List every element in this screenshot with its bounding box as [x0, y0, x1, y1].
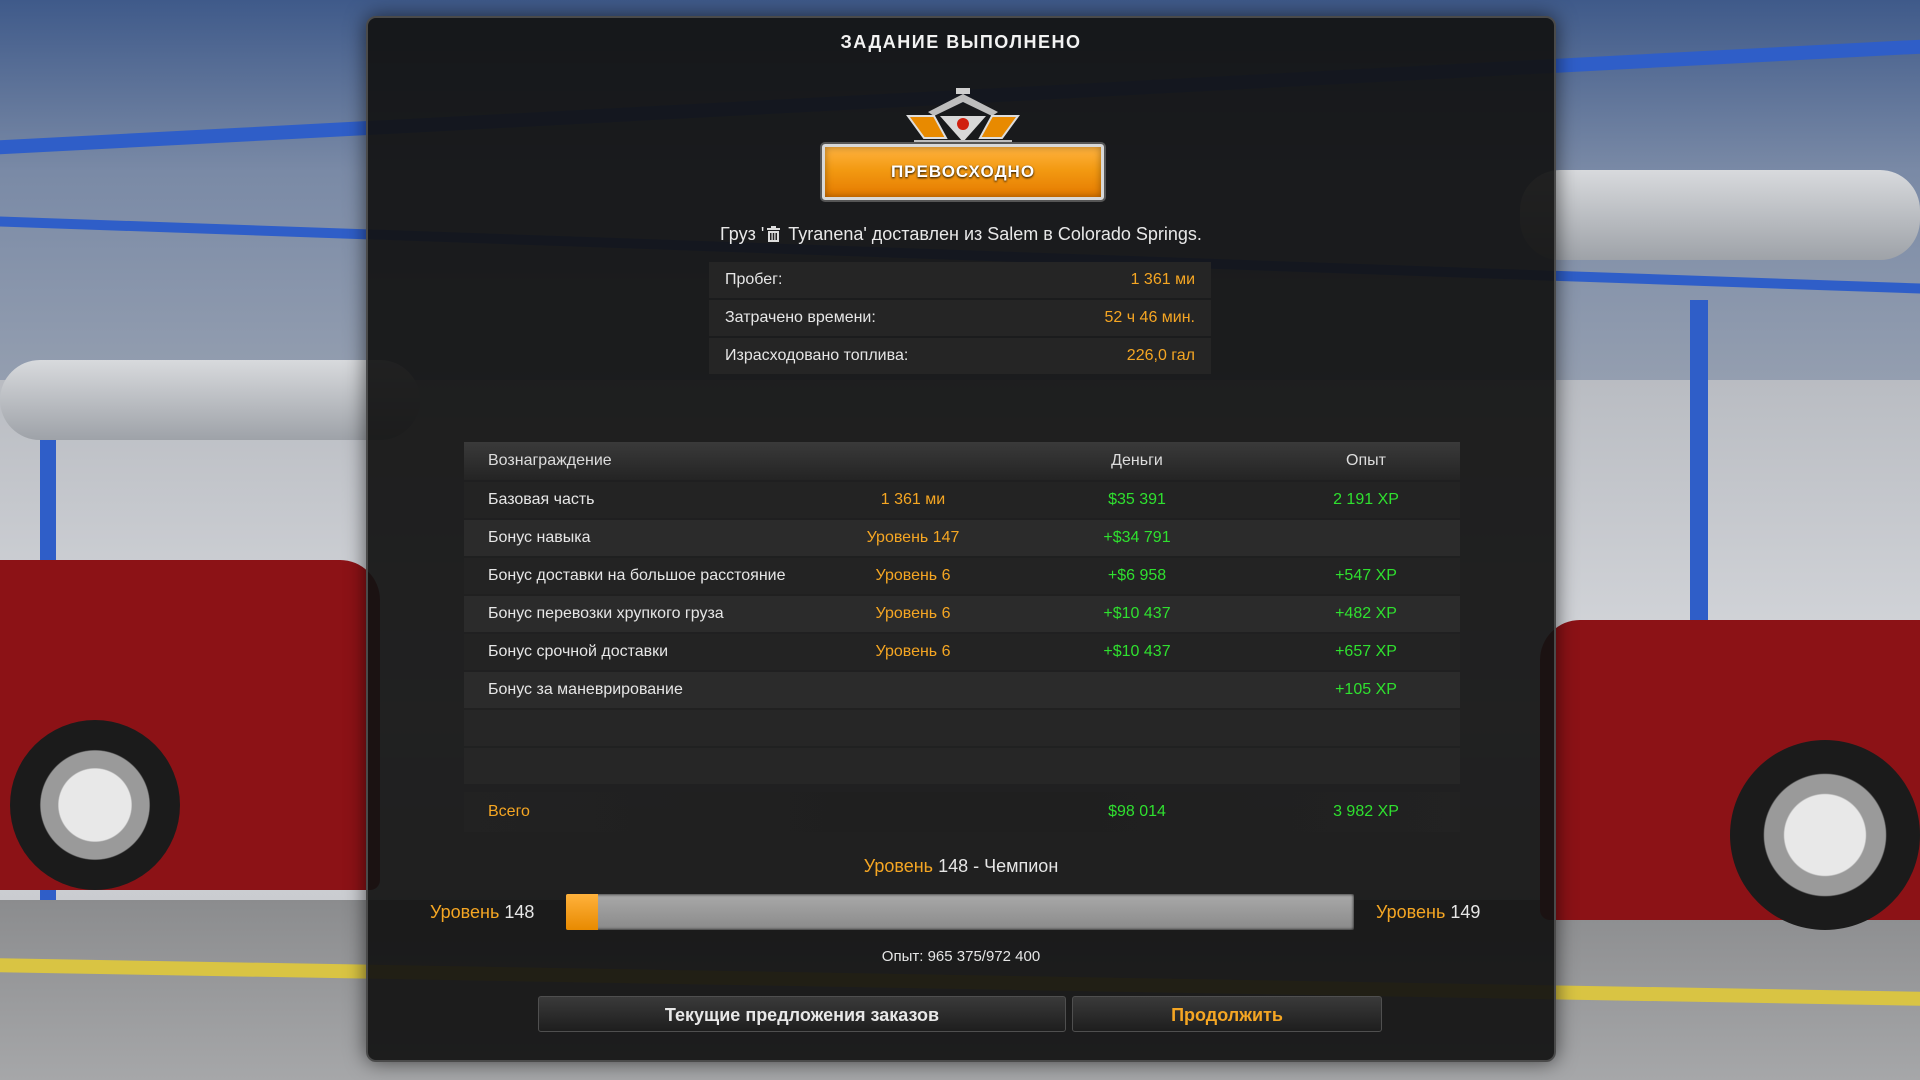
reward-xp: +105 XP [1335, 681, 1397, 698]
level-current-number: 148 [504, 902, 535, 922]
level-word: Уровень [863, 856, 934, 876]
reward-money: +$34 791 [1103, 529, 1171, 546]
ventilation-duct [1520, 170, 1920, 260]
delivery-prefix: Груз ' [720, 224, 765, 244]
level-next-label: Уровень 149 [1376, 902, 1480, 923]
total-money: $98 014 [1108, 803, 1166, 820]
trash-can-icon [767, 226, 781, 242]
table-row: Бонус навыка Уровень 147 +$34 791 [464, 520, 1460, 556]
reward-xp: 2 191 XP [1333, 491, 1399, 508]
table-row: Базовая часть 1 361 ми $35 391 2 191 XP [464, 482, 1460, 518]
trip-stats: Пробег: 1 361 ми Затрачено времени: 52 ч… [709, 262, 1211, 376]
level-word: Уровень [430, 902, 500, 922]
level-title: Уровень 148 - Чемпион [368, 856, 1554, 877]
reward-table-header: Вознаграждение Деньги Опыт [464, 442, 1460, 480]
reward-money: $35 391 [1108, 491, 1166, 508]
table-row-empty [464, 748, 1460, 784]
level-current-label: Уровень 148 [430, 902, 534, 923]
continue-button[interactable]: Продолжить [1072, 996, 1382, 1032]
reward-detail: 1 361 ми [880, 491, 946, 508]
xp-progress-fill [566, 894, 598, 930]
total-label: Всего [488, 803, 530, 820]
header-reward: Вознаграждение [488, 452, 612, 469]
reward-name: Бонус перевозки хрупкого груза [488, 605, 724, 622]
delivery-text: Tyranena' доставлен из Salem в Colorado … [783, 224, 1202, 244]
xp-counter: Опыт: 965 375/972 400 [881, 948, 1041, 965]
rating-label: ПРЕВОСХОДНО [890, 162, 1036, 181]
reward-name: Бонус за маневрирование [488, 681, 683, 698]
xp-progress-bar [566, 894, 1354, 930]
truck-wheel [1730, 740, 1920, 930]
stat-label: Пробег: [725, 271, 783, 288]
reward-name: Бонус срочной доставки [488, 643, 669, 660]
stat-value: 226,0 гал [1126, 347, 1195, 364]
emblem-icon [906, 88, 1020, 146]
stat-value: 52 ч 46 мин. [1104, 309, 1195, 326]
rating-badge: ПРЕВОСХОДНО [818, 86, 1108, 216]
reward-name: Бонус доставки на большое расстояние [488, 567, 786, 584]
reward-money: +$10 437 [1103, 643, 1171, 660]
reward-xp: +482 XP [1335, 605, 1397, 622]
stat-label: Затрачено времени: [725, 309, 876, 326]
reward-xp: +547 XP [1335, 567, 1397, 584]
stat-distance: Пробег: 1 361 ми [709, 262, 1211, 298]
level-rank: - Чемпион [968, 856, 1059, 876]
table-row: Бонус срочной доставки Уровень 6 +$10 43… [464, 634, 1460, 670]
level-current: 148 [938, 856, 969, 876]
reward-xp: +657 XP [1335, 643, 1397, 660]
level-word: Уровень [1376, 902, 1446, 922]
delivery-summary: Груз ' Tyranena' доставлен из Salem в Co… [368, 224, 1554, 245]
reward-money: +$6 958 [1107, 567, 1167, 584]
reward-total-row: Всего $98 014 3 982 XP [464, 792, 1460, 832]
panel-title: ЗАДАНИЕ ВЫПОЛНЕНО [840, 32, 1082, 52]
reward-money: +$10 437 [1103, 605, 1171, 622]
reward-detail: Уровень 6 [875, 567, 951, 584]
reward-detail: Уровень 147 [866, 529, 960, 546]
reward-name: Базовая часть [488, 491, 595, 508]
stat-value: 1 361 ми [1130, 271, 1195, 288]
level-next-number: 149 [1450, 902, 1481, 922]
rating-plate: ПРЕВОСХОДНО [822, 144, 1104, 200]
stat-fuel: Израсходовано топлива: 226,0 гал [709, 338, 1211, 374]
job-completed-panel: ЗАДАНИЕ ВЫПОЛНЕНО ПРЕВОСХОДНО Груз ' Tyr… [366, 16, 1556, 1062]
reward-detail: Уровень 6 [875, 643, 951, 660]
stat-time: Затрачено времени: 52 ч 46 мин. [709, 300, 1211, 336]
table-row-empty [464, 710, 1460, 746]
table-row: Бонус за маневрирование +105 XP [464, 672, 1460, 708]
table-row: Бонус перевозки хрупкого груза Уровень 6… [464, 596, 1460, 632]
reward-table: Вознаграждение Деньги Опыт Базовая часть… [464, 442, 1460, 832]
reward-name: Бонус навыка [488, 529, 591, 546]
ventilation-duct [0, 360, 420, 440]
job-offers-button[interactable]: Текущие предложения заказов [538, 996, 1066, 1032]
truck-wheel [10, 720, 180, 890]
stat-label: Израсходовано топлива: [725, 347, 909, 364]
table-row: Бонус доставки на большое расстояние Уро… [464, 558, 1460, 594]
header-xp: Опыт [1346, 452, 1386, 469]
total-xp: 3 982 XP [1333, 803, 1399, 820]
header-money: Деньги [1111, 452, 1163, 469]
reward-detail: Уровень 6 [875, 605, 951, 622]
